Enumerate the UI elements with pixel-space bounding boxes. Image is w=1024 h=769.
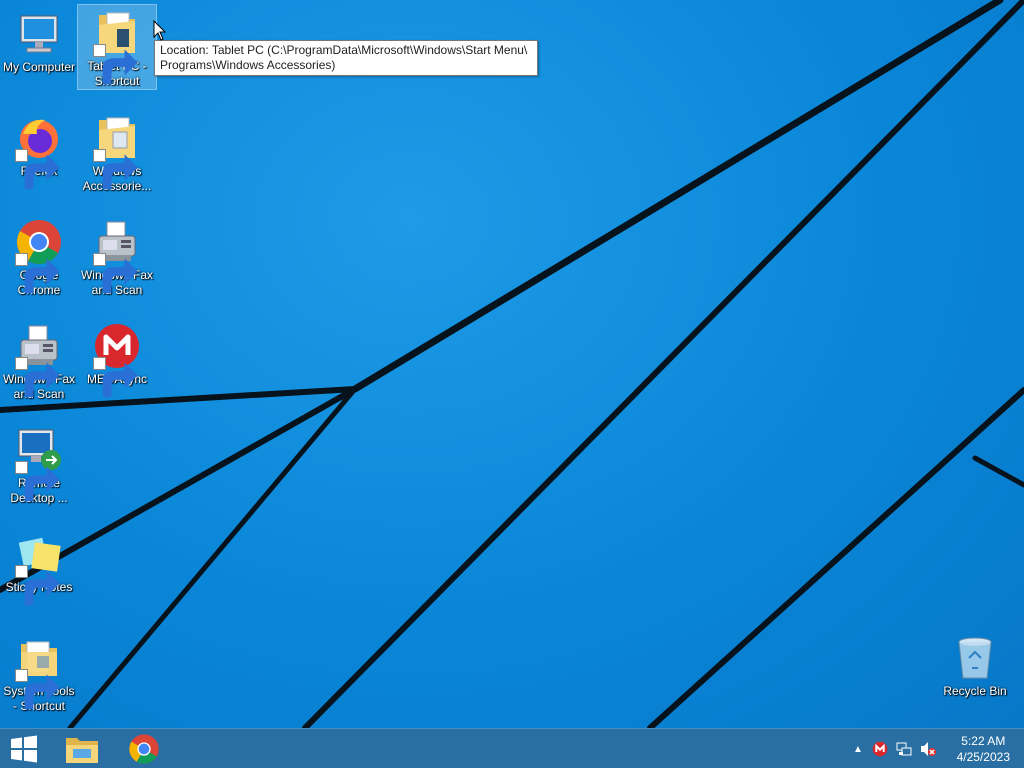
desktop-icon-recycle-bin[interactable]: Recycle Bin [936, 630, 1014, 699]
desktop-icon-firefox[interactable]: Firefox [0, 110, 78, 190]
desktop-icon-sticky-notes[interactable]: Sticky Notes [0, 526, 78, 606]
computer-icon [20, 15, 58, 53]
shortcut-arrow-icon [15, 357, 60, 398]
desktop-icon-remote-desktop[interactable]: Remote Desktop ... [0, 422, 78, 506]
shortcut-arrow-icon [93, 253, 138, 294]
shortcut-arrow-icon [93, 149, 138, 190]
desktop-icon-my-computer[interactable]: My Computer [0, 6, 78, 75]
show-hidden-icons-chevron[interactable]: ▲ [848, 744, 868, 755]
desktop-icon-google-chrome[interactable]: Google Chrome [0, 214, 78, 298]
desktop-icon-system-tools[interactable]: System Tools - Shortcut [0, 630, 78, 714]
clock-time: 5:22 AM [961, 734, 1006, 748]
file-explorer-icon [66, 738, 98, 763]
chrome-icon [129, 734, 159, 764]
start-button[interactable] [0, 729, 48, 769]
taskbar-chrome[interactable] [120, 729, 168, 769]
taskbar: ▲ 5:22 AM 4/25/2023 [0, 728, 1024, 768]
shortcut-arrow-icon [15, 461, 60, 502]
clock-date: 4/25/2023 [956, 750, 1010, 764]
volume-muted-icon[interactable] [916, 741, 940, 757]
desktop-icon-windows-fax-and-scan[interactable]: Windows Fax and Scan [0, 318, 78, 402]
clock[interactable]: 5:22 AM 4/25/2023 [957, 733, 1010, 765]
desktop-icon-tablet-pc-shortcut[interactable]: Tablet PC - Shortcut [77, 4, 157, 90]
shortcut-arrow-icon [93, 357, 138, 398]
desktop-icon-windows-accessories[interactable]: Windows Accessorie... [78, 110, 156, 194]
shortcut-arrow-icon [15, 565, 60, 606]
taskbar-file-explorer[interactable] [58, 729, 106, 769]
recycle-bin-icon [958, 637, 992, 679]
desktop-icon-windows-fax-and-scan-2[interactable]: Windows Fax and Scan [78, 214, 156, 298]
shortcut-arrow-icon [15, 669, 60, 710]
mouse-cursor-icon [153, 20, 167, 41]
windows-logo-icon [11, 735, 37, 763]
system-tray: ▲ [848, 729, 940, 769]
network-icon[interactable] [892, 741, 916, 757]
tooltip: Location: Tablet PC (C:\ProgramData\Micr… [154, 40, 538, 76]
shortcut-arrow-icon [93, 44, 138, 85]
desktop[interactable]: My Computer Firefox Google Chrome Window… [0, 0, 1024, 728]
desktop-icon-label: Recycle Bin [943, 684, 1007, 698]
desktop-icon-megasync[interactable]: MEGAsync [78, 318, 156, 398]
desktop-icon-label: My Computer [2, 60, 76, 74]
shortcut-arrow-icon [15, 253, 60, 294]
mega-icon[interactable] [868, 741, 892, 757]
shortcut-arrow-icon [15, 149, 60, 190]
